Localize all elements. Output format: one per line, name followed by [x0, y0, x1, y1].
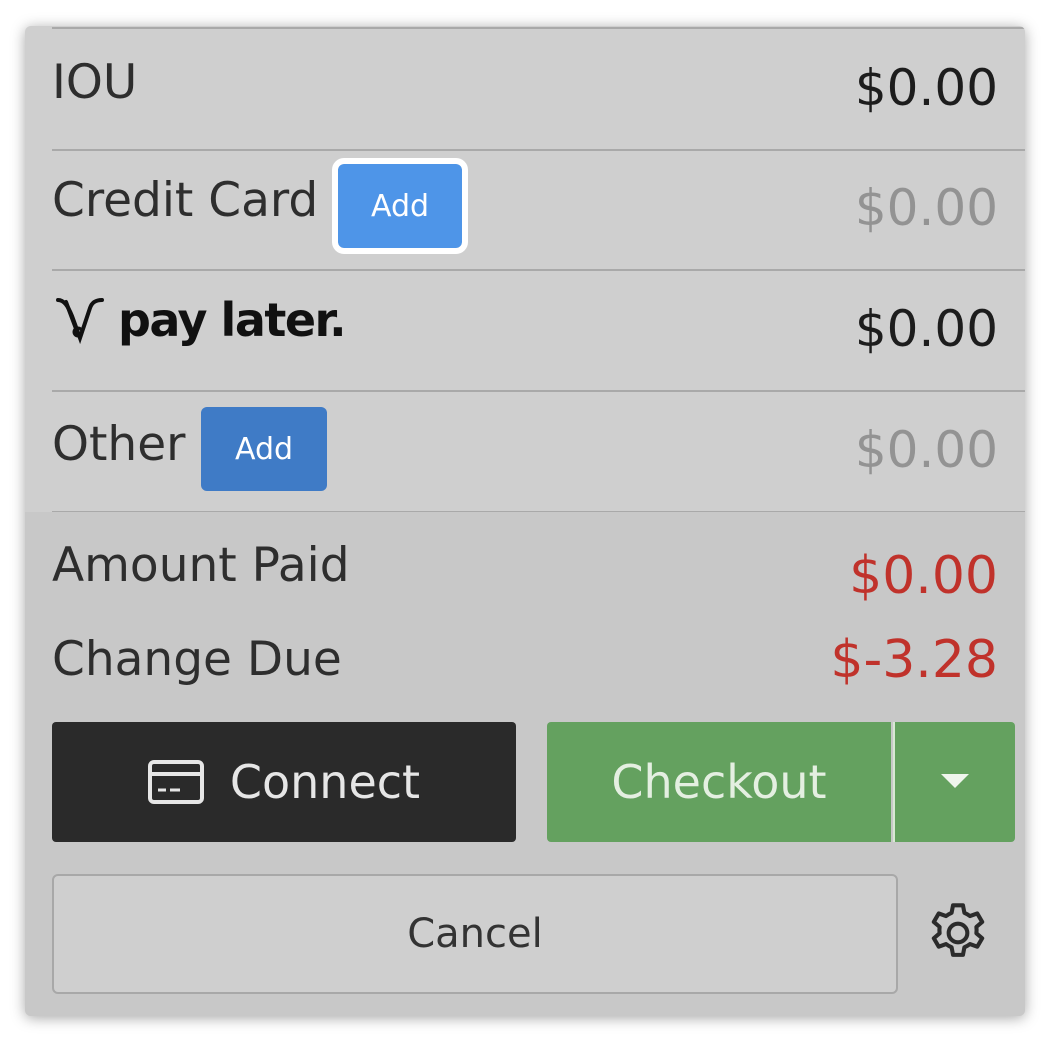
payment-row-pay-later: pay later. $0.00 [52, 270, 1025, 392]
connect-button[interactable]: Connect [52, 722, 516, 842]
other-add-button[interactable]: Add [201, 407, 327, 491]
change-due-label: Change Due [52, 632, 342, 687]
pay-later-logo: pay later. [52, 292, 347, 348]
other-label: Other [52, 417, 186, 472]
amount-paid-value: $0.00 [849, 546, 998, 606]
payment-row-other: Other Add $0.00 [52, 391, 1025, 513]
checkout-button-label: Checkout [611, 755, 827, 809]
cancel-button[interactable]: Cancel [52, 874, 898, 994]
checkout-dropdown-button[interactable] [893, 722, 1015, 842]
amount-paid-label: Amount Paid [52, 538, 350, 593]
credit-card-add-button[interactable]: Add [332, 158, 468, 254]
v-logo-icon [56, 298, 104, 345]
credit-card-icon [147, 760, 204, 804]
connect-button-label: Connect [229, 755, 421, 809]
iou-label: IOU [52, 55, 138, 110]
payment-panel: IOU $0.00 Credit Card Add $0.00 pay late… [25, 26, 1025, 1016]
other-amount: $0.00 [854, 421, 998, 479]
credit-card-label: Credit Card [52, 173, 319, 228]
caret-down-icon [941, 774, 969, 788]
payment-row-iou: IOU $0.00 [52, 27, 1025, 151]
checkout-button[interactable]: Checkout [547, 722, 891, 842]
totals-section: Amount Paid $0.00 Change Due $-3.28 Conn… [25, 512, 1025, 1016]
pay-later-logo-text: pay later. [118, 293, 347, 347]
change-due-value: $-3.28 [830, 630, 998, 690]
pay-later-amount[interactable]: $0.00 [855, 300, 998, 358]
gear-icon[interactable] [923, 898, 993, 968]
iou-amount[interactable]: $0.00 [855, 59, 998, 117]
payment-row-credit-card: Credit Card Add $0.00 [52, 149, 1025, 271]
credit-card-amount: $0.00 [854, 179, 998, 237]
